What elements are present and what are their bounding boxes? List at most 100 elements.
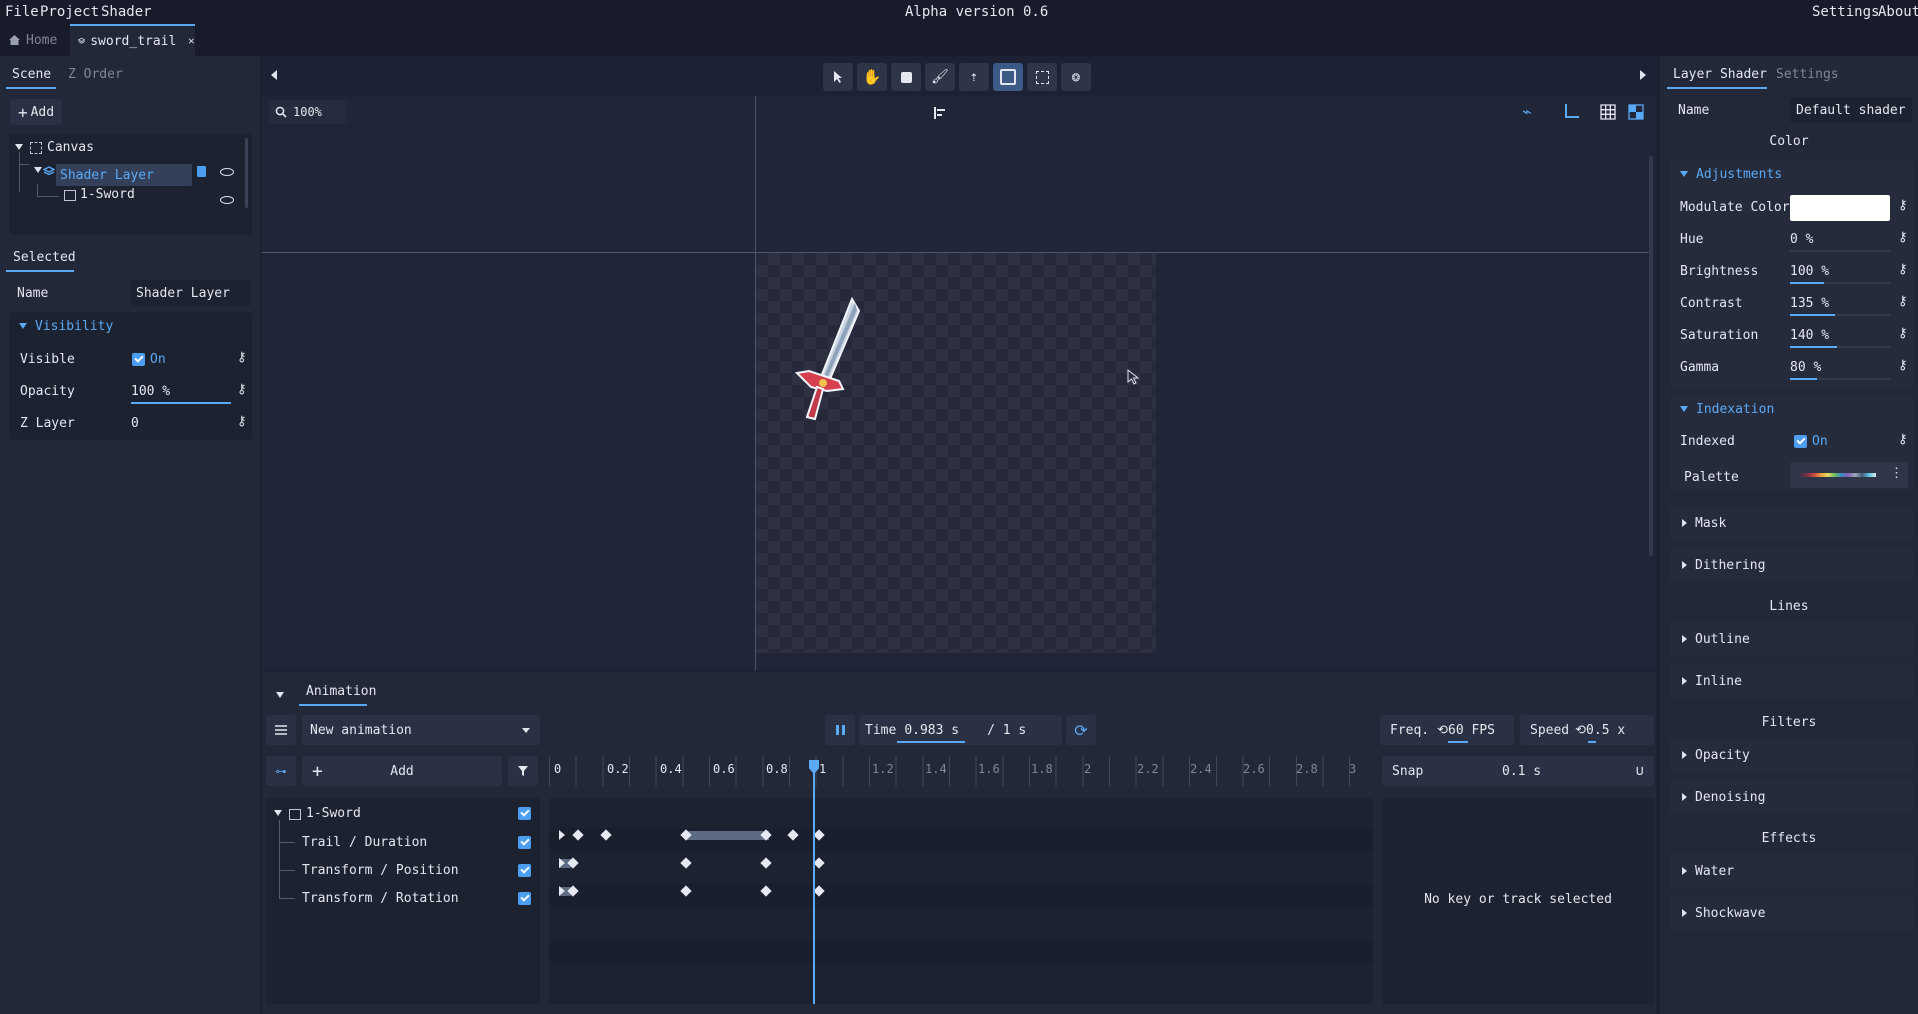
- eye-icon[interactable]: [220, 196, 234, 204]
- tab-home[interactable]: Home: [8, 24, 57, 56]
- palette-picker[interactable]: ⋮: [1790, 462, 1908, 488]
- menu-file[interactable]: File: [5, 4, 39, 20]
- track-checkbox[interactable]: [518, 892, 531, 905]
- eye-icon[interactable]: [220, 168, 234, 176]
- tab-project[interactable]: sword_trail: [70, 24, 195, 56]
- track-transform-rotation[interactable]: Transform / Rotation: [302, 891, 459, 906]
- zlayer-field[interactable]: 0: [131, 416, 139, 431]
- shape-tool-button[interactable]: [891, 63, 921, 91]
- add-node-button[interactable]: + Add: [10, 99, 62, 125]
- animation-select[interactable]: New animation: [302, 715, 540, 745]
- tab-scene[interactable]: Scene: [12, 67, 51, 82]
- keyframe[interactable]: [760, 857, 772, 869]
- menu-about[interactable]: About: [1878, 4, 1918, 20]
- key-icon[interactable]: ⚷: [1898, 432, 1908, 447]
- keyframe[interactable]: [680, 857, 692, 869]
- grid-icon[interactable]: [1600, 104, 1616, 120]
- collapse-right-icon[interactable]: [1640, 70, 1646, 80]
- indexation-header[interactable]: Indexation: [1696, 402, 1774, 417]
- section-inline[interactable]: Inline: [1670, 664, 1914, 698]
- name-field[interactable]: Shader Layer: [131, 280, 251, 306]
- shader-name-field[interactable]: Default shader: [1790, 97, 1912, 123]
- effect-tool-button[interactable]: ❂: [1061, 63, 1091, 91]
- more-icon[interactable]: ⋮: [1890, 466, 1903, 481]
- track-checkbox[interactable]: [518, 864, 531, 877]
- collapse-left-icon[interactable]: [271, 70, 277, 80]
- section-denoising[interactable]: Denoising: [1670, 780, 1914, 814]
- tab-layer-shader[interactable]: Layer Shader: [1673, 67, 1767, 82]
- tab-zorder[interactable]: Z Order: [68, 67, 123, 82]
- snap-field[interactable]: 0.1 s: [1502, 764, 1541, 779]
- key-icon[interactable]: ⚷: [1898, 294, 1908, 309]
- visibility-header[interactable]: Visibility: [35, 319, 113, 334]
- key-icon[interactable]: ⚷: [1898, 358, 1908, 373]
- playhead-line[interactable]: [813, 772, 815, 1004]
- filter-button[interactable]: [508, 756, 538, 786]
- menu-settings[interactable]: Settings: [1812, 4, 1879, 20]
- saturation-field[interactable]: 140 %: [1790, 328, 1829, 343]
- snap-icon[interactable]: ⌁: [1522, 102, 1532, 121]
- chevron-down-icon[interactable]: [19, 323, 27, 329]
- brightness-field[interactable]: 100 %: [1790, 264, 1829, 279]
- section-mask[interactable]: Mask: [1670, 506, 1914, 540]
- section-shockwave[interactable]: Shockwave: [1670, 896, 1914, 930]
- section-water[interactable]: Water: [1670, 854, 1914, 888]
- track-checkbox[interactable]: [518, 836, 531, 849]
- pin-tool-button[interactable]: ⇡: [959, 63, 989, 91]
- indexed-checkbox[interactable]: On: [1794, 434, 1828, 449]
- tab-shader-settings[interactable]: Settings: [1776, 67, 1839, 82]
- key-icon[interactable]: ⚷: [237, 350, 247, 365]
- close-icon[interactable]: [188, 35, 195, 47]
- zoom-control[interactable]: 100%: [269, 100, 346, 124]
- gamma-field[interactable]: 80 %: [1790, 360, 1821, 375]
- key-icon[interactable]: ⚷: [1898, 230, 1908, 245]
- transform-tool-button[interactable]: [993, 63, 1023, 91]
- chevron-down-icon[interactable]: [15, 144, 23, 150]
- select-tool-button[interactable]: [823, 63, 853, 91]
- checker-icon[interactable]: [1628, 104, 1644, 120]
- freq-field[interactable]: 60 FPS: [1448, 723, 1495, 738]
- sword-sprite[interactable]: [767, 291, 887, 431]
- key-icon[interactable]: ⚷: [237, 414, 247, 429]
- time-field[interactable]: 0.983 s: [904, 723, 959, 738]
- speed-control[interactable]: Speed ⟲ 0.5 x: [1520, 715, 1654, 745]
- menu-button[interactable]: [266, 715, 296, 745]
- track-transform-position[interactable]: Transform / Position: [302, 863, 459, 878]
- key-icon[interactable]: ⚷: [237, 382, 247, 397]
- adjustments-header[interactable]: Adjustments: [1696, 167, 1782, 182]
- chevron-down-icon[interactable]: [274, 810, 282, 816]
- menu-shader[interactable]: Shader: [101, 4, 152, 20]
- keyframe-area[interactable]: [549, 798, 1373, 1004]
- key-icon[interactable]: ⚷: [1898, 262, 1908, 277]
- freq-control[interactable]: Freq. ⟲ 60 FPS: [1380, 715, 1514, 745]
- modulate-color-swatch[interactable]: [1790, 195, 1890, 221]
- track-trail-duration[interactable]: Trail / Duration: [302, 835, 427, 850]
- track-group-sword[interactable]: 1-Sword: [306, 806, 361, 821]
- tree-item-sword[interactable]: 1-Sword: [80, 187, 135, 202]
- axes-icon[interactable]: [1565, 104, 1579, 118]
- tree-item-shader-layer[interactable]: Shader Layer: [56, 164, 192, 186]
- brush-tool-button[interactable]: 🖌: [925, 63, 955, 91]
- hue-field[interactable]: 0 %: [1790, 232, 1813, 247]
- pause-button[interactable]: [825, 715, 855, 745]
- keyframe-span[interactable]: [687, 831, 769, 840]
- key-icon[interactable]: ⚷: [1898, 198, 1908, 213]
- keyframe[interactable]: [813, 857, 825, 869]
- speed-field[interactable]: 0.5 x: [1586, 723, 1625, 738]
- chevron-down-icon[interactable]: [1680, 171, 1688, 177]
- track-checkbox[interactable]: [518, 807, 531, 820]
- tree-item-canvas[interactable]: Canvas: [47, 140, 94, 155]
- menu-project[interactable]: Project: [40, 4, 99, 20]
- contrast-field[interactable]: 135 %: [1790, 296, 1829, 311]
- align-icon[interactable]: [931, 104, 949, 122]
- viewport[interactable]: 100% ⌁: [262, 96, 1656, 670]
- key-icon[interactable]: ⚷: [1898, 326, 1908, 341]
- snap-control[interactable]: Snap 0.1 s ∪: [1382, 756, 1654, 786]
- crop-tool-button[interactable]: [1027, 63, 1057, 91]
- section-outline[interactable]: Outline: [1670, 622, 1914, 656]
- magnet-icon[interactable]: ∪: [1636, 763, 1644, 779]
- chevron-down-icon[interactable]: [1680, 406, 1688, 412]
- scrollbar[interactable]: [245, 138, 248, 208]
- tab-animation[interactable]: Animation: [306, 684, 376, 699]
- chevron-down-icon[interactable]: [276, 692, 284, 698]
